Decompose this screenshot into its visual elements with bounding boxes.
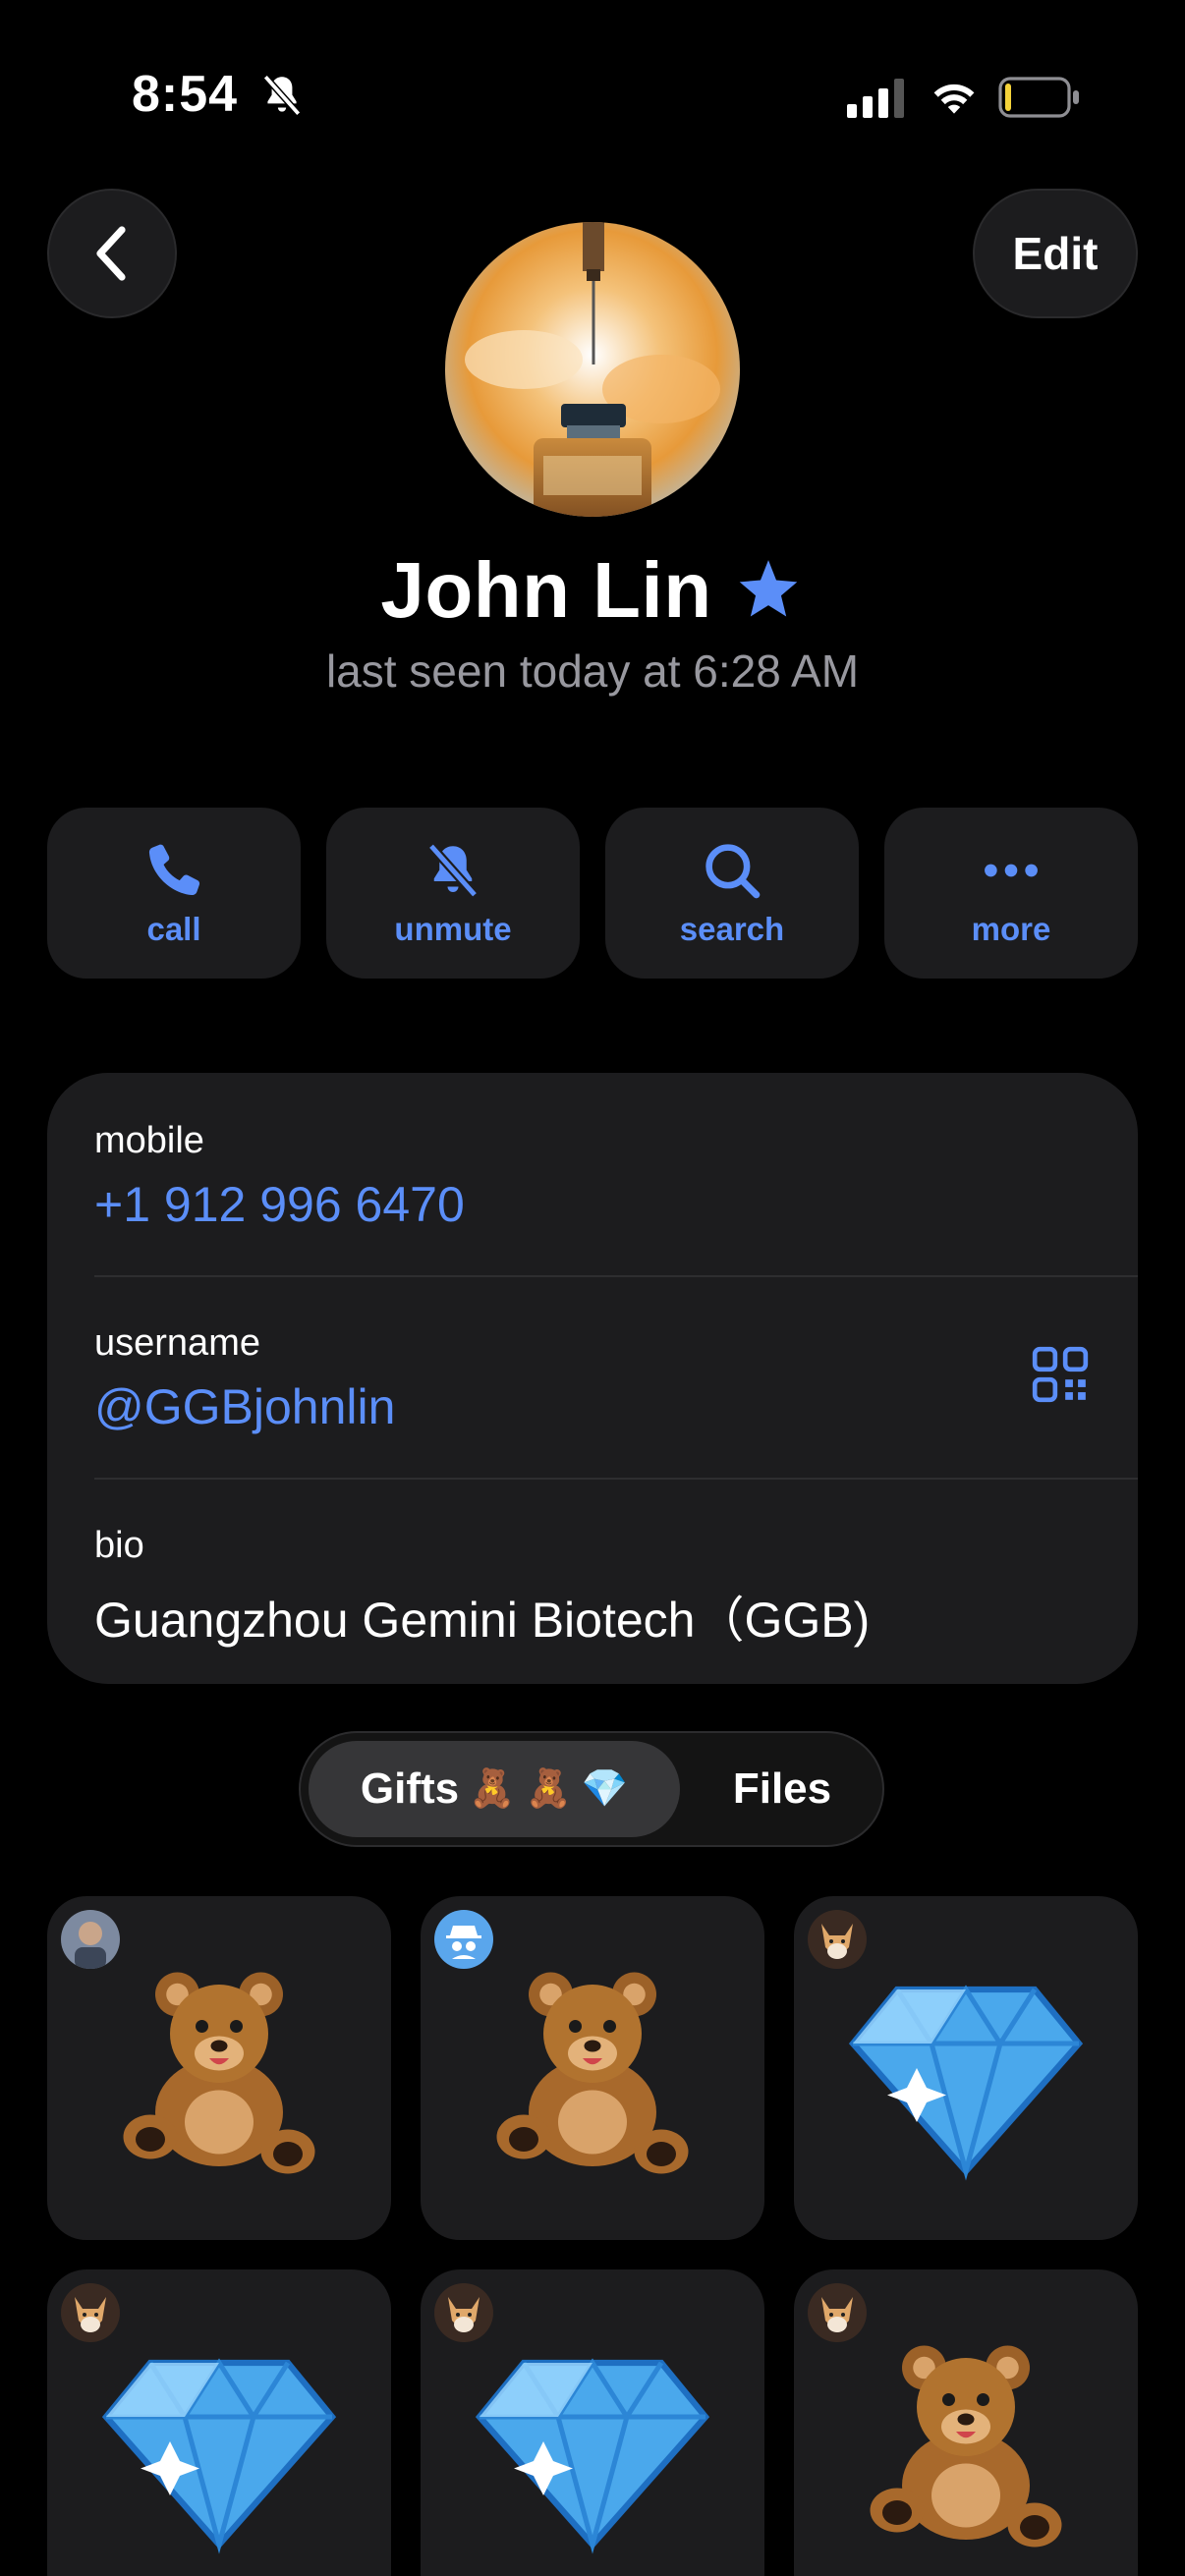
mobile-value[interactable]: +1 912 996 6470 bbox=[94, 1176, 1091, 1233]
diamond-icon bbox=[475, 2358, 710, 2554]
call-button[interactable]: call bbox=[47, 808, 301, 979]
media-tabs: Gifts 🧸 🧸 💎 Files bbox=[299, 1731, 884, 1847]
profile-name-row: John Lin bbox=[0, 546, 1185, 635]
teddy-bear-icon: 🧸 bbox=[469, 1768, 516, 1810]
diamond-icon bbox=[848, 1985, 1084, 2181]
search-label: search bbox=[679, 911, 785, 947]
premium-star-icon[interactable] bbox=[732, 554, 805, 627]
divider bbox=[94, 1275, 1138, 1277]
more-label: more bbox=[971, 911, 1051, 947]
ellipsis-icon bbox=[985, 864, 1038, 877]
username-row[interactable]: username @GGBjohnlin bbox=[94, 1322, 1091, 1435]
gift-card[interactable] bbox=[47, 1896, 391, 2240]
diamond-icon: 💎 bbox=[581, 1768, 629, 1810]
teddy-bear-icon bbox=[123, 1972, 315, 2174]
divider bbox=[94, 1478, 1138, 1480]
profile-name: John Lin bbox=[380, 546, 712, 634]
status-bar: 8:54 bbox=[0, 0, 1185, 187]
avatar-image bbox=[445, 222, 740, 517]
phone-icon bbox=[148, 844, 200, 896]
qr-code-icon[interactable] bbox=[1030, 1344, 1091, 1405]
teddy-bear-icon: 🧸 bbox=[525, 1768, 572, 1810]
teddy-bear-icon bbox=[496, 1972, 689, 2174]
gift-card[interactable] bbox=[47, 2269, 391, 2576]
teddy-bear-icon bbox=[870, 2345, 1062, 2548]
bio-label: bio bbox=[94, 1525, 144, 1566]
more-button[interactable]: more bbox=[884, 808, 1138, 979]
action-buttons: call unmute search more bbox=[47, 808, 1138, 979]
tab-gifts[interactable]: Gifts 🧸 🧸 💎 bbox=[309, 1741, 680, 1837]
profile-avatar[interactable] bbox=[445, 222, 740, 517]
cellular-signal-icon bbox=[847, 79, 904, 118]
diamond-icon bbox=[101, 2358, 337, 2554]
search-icon bbox=[705, 844, 761, 899]
tab-files[interactable]: Files bbox=[694, 1741, 871, 1837]
unmute-button[interactable]: unmute bbox=[326, 808, 580, 979]
bio-row: bio Guangzhou Gemini Biotech（GGB) bbox=[94, 1525, 1091, 1652]
gift-card[interactable] bbox=[421, 1896, 764, 2240]
username-value[interactable]: @GGBjohnlin bbox=[94, 1378, 1091, 1435]
bell-slash-icon bbox=[427, 843, 479, 898]
gift-card[interactable] bbox=[421, 2269, 764, 2576]
unmute-label: unmute bbox=[394, 911, 512, 947]
call-label: call bbox=[146, 911, 201, 947]
status-time: 8:54 bbox=[132, 66, 239, 123]
bell-slash-icon bbox=[262, 75, 302, 116]
back-button[interactable] bbox=[47, 189, 177, 318]
search-button[interactable]: search bbox=[605, 808, 859, 979]
chevron-left-icon bbox=[96, 226, 126, 281]
last-seen-status: last seen today at 6:28 AM bbox=[325, 645, 860, 697]
gift-card[interactable] bbox=[794, 1896, 1138, 2240]
edit-button[interactable]: Edit bbox=[973, 189, 1138, 318]
mobile-label: mobile bbox=[94, 1120, 204, 1161]
bio-value: Guangzhou Gemini Biotech（GGB) bbox=[94, 1593, 871, 1648]
tab-gifts-label: Gifts bbox=[360, 1764, 460, 1813]
battery-icon bbox=[998, 77, 1079, 118]
username-label: username bbox=[94, 1322, 260, 1364]
mobile-row[interactable]: mobile +1 912 996 6470 bbox=[94, 1120, 1091, 1233]
gift-card[interactable] bbox=[794, 2269, 1138, 2576]
contact-info-card: mobile +1 912 996 6470 username @GGBjohn… bbox=[47, 1073, 1138, 1684]
wifi-icon bbox=[933, 84, 975, 114]
